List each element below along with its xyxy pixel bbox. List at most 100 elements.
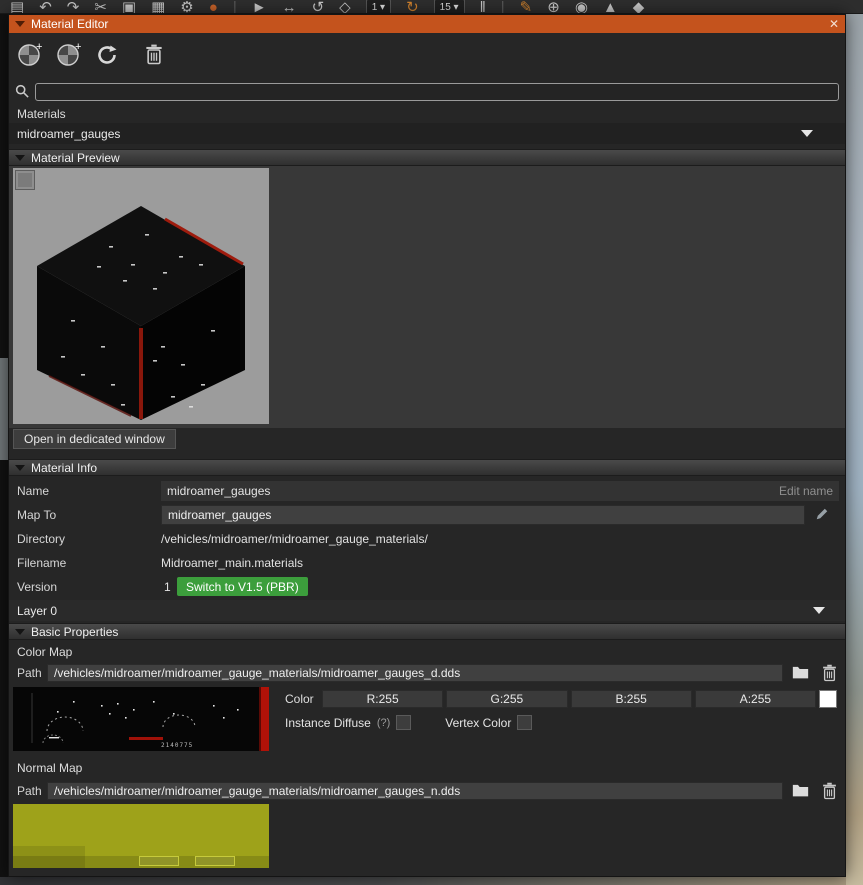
open-dedicated-window-button[interactable]: Open in dedicated window	[13, 429, 176, 449]
separator: |	[232, 0, 237, 14]
layer-dropdown-value: Layer 0	[17, 603, 58, 618]
info-label: Name	[17, 484, 50, 498]
create-material-from-template-button[interactable]: +	[56, 41, 83, 71]
material-preview-panel	[9, 166, 845, 428]
forest-icon[interactable]: ◉	[575, 0, 588, 13]
color-r-field[interactable]: R:255	[322, 689, 444, 708]
normal-map-path-value: /vehicles/midroamer/midroamer_gauge_mate…	[54, 784, 461, 798]
map-to-value: midroamer_gauges	[168, 508, 272, 522]
help-hint: (?)	[376, 716, 391, 729]
folder-icon[interactable]	[792, 665, 809, 682]
section-basic-properties[interactable]: Basic Properties	[9, 623, 845, 640]
sphere-plus-icon: +	[17, 41, 44, 71]
switch-version-button[interactable]: Switch to V1.5 (PBR)	[177, 577, 308, 596]
normal-map-path-input[interactable]: /vehicles/midroamer/midroamer_gauge_mate…	[47, 782, 783, 800]
trash-icon[interactable]	[822, 782, 837, 803]
decal-icon[interactable]: ◆	[633, 0, 645, 13]
snap-size-dropdown[interactable]: 1 ▾	[365, 0, 392, 13]
info-label: Map To	[17, 508, 57, 522]
angle-snap-dropdown[interactable]: 15 ▾	[433, 0, 465, 13]
normal-map-texture-preview[interactable]	[13, 804, 269, 868]
reload-icon[interactable]: ↻	[406, 0, 419, 13]
delete-material-button[interactable]	[145, 43, 163, 69]
layer-dropdown[interactable]: Layer 0	[9, 600, 845, 621]
save-icon[interactable]: ▤	[10, 0, 24, 13]
color-map-path-value: /vehicles/midroamer/midroamer_gauge_mate…	[54, 666, 461, 680]
translate-icon[interactable]: ↔	[282, 0, 297, 13]
material-editor-window: Material Editor ✕ + + Materials midroame…	[8, 14, 846, 877]
cut-icon[interactable]: ✂	[94, 0, 107, 13]
materials-dropdown-value: midroamer_gauges	[17, 126, 121, 141]
normal-texture-detail	[139, 856, 179, 866]
section-title: Material Preview	[31, 150, 120, 165]
paste-icon[interactable]: ▦	[151, 0, 165, 13]
color-map-texture-preview[interactable]: 2140775	[13, 687, 269, 751]
sphere-plus-icon: +	[56, 41, 83, 71]
info-row-directory: Directory /vehicles/midroamer/midroamer_…	[9, 527, 845, 551]
edit-name-button[interactable]: Edit name	[779, 484, 833, 498]
pause-icon[interactable]: ‖	[480, 0, 486, 13]
collapse-triangle-icon	[15, 154, 25, 161]
info-row-name: Name midroamer_gauges Edit name	[9, 479, 845, 503]
color-g-field[interactable]: G:255	[446, 689, 568, 708]
color-a-field[interactable]: A:255	[694, 689, 816, 708]
vertex-color-checkbox[interactable]	[517, 715, 533, 730]
create-material-button[interactable]: +	[17, 41, 44, 71]
color-map-path-input[interactable]: /vehicles/midroamer/midroamer_gauge_mate…	[47, 664, 783, 682]
game-viewport-bottom-sliver	[0, 877, 846, 885]
scale-icon[interactable]: ◇	[339, 0, 351, 13]
rotate-icon[interactable]: ↺	[312, 0, 325, 13]
info-label: Version	[17, 580, 58, 594]
map-to-input[interactable]: midroamer_gauges	[161, 505, 805, 525]
editor-main-toolbar: ▤ ↶ ↷ ✂ ▣ ▦ ⚙ ● | ► ↔ ↺ ◇ 1 ▾ ↻ 15 ▾ ‖ | ✎ ⊕ ◉ ▲ ◆	[0, 0, 863, 14]
material-preview-viewport[interactable]	[13, 168, 269, 424]
color-map-label: Color Map	[17, 645, 73, 659]
draw-pencil-icon[interactable]: ✎	[520, 0, 533, 13]
color-label: Color	[285, 691, 314, 706]
window-titlebar: Material Editor ✕	[9, 15, 845, 33]
refresh-materials-button[interactable]	[95, 43, 119, 70]
edit-pencil-icon[interactable]	[815, 507, 829, 524]
info-row-mapto: Map To midroamer_gauges	[9, 503, 845, 527]
color-map-controls: Color R:255 G:255 B:255 A:255 Instance D…	[285, 689, 837, 735]
preview-background-toggle[interactable]	[15, 170, 35, 190]
select-icon[interactable]: ►	[252, 0, 267, 13]
info-row-version: Version 1 Switch to V1.5 (PBR)	[9, 575, 845, 599]
separator: |	[500, 0, 505, 14]
normal-map-label: Normal Map	[17, 761, 83, 775]
flags-row: Instance Diffuse (?) Vertex Color	[285, 713, 837, 732]
instance-diffuse-checkbox[interactable]	[396, 715, 412, 730]
undo-icon[interactable]: ↶	[39, 0, 52, 13]
close-icon[interactable]: ✕	[829, 17, 839, 31]
trash-icon[interactable]	[822, 664, 837, 685]
name-value-strip: midroamer_gauges Edit name	[161, 481, 839, 501]
directory-value: /vehicles/midroamer/midroamer_gauge_mate…	[161, 532, 428, 546]
materials-label: Materials	[17, 107, 66, 121]
add-icon[interactable]: ⊕	[547, 0, 560, 13]
svg-text:+: +	[36, 41, 42, 53]
section-title: Material Info	[31, 460, 98, 475]
chevron-down-icon	[801, 130, 813, 137]
game-viewport-right-sliver	[846, 0, 863, 885]
collapse-triangle-icon	[15, 464, 25, 471]
color-map-path-row: Path /vehicles/midroamer/midroamer_gauge…	[9, 663, 845, 683]
section-material-preview[interactable]: Material Preview	[9, 149, 845, 166]
material-name-value: midroamer_gauges	[167, 484, 271, 498]
search-input[interactable]	[35, 83, 839, 101]
section-material-info[interactable]: Material Info	[9, 459, 845, 476]
settings-gear-icon[interactable]: ⚙	[180, 0, 193, 13]
collapse-triangle-icon[interactable]	[15, 21, 25, 27]
terrain-icon[interactable]: ▲	[603, 0, 618, 13]
collapse-triangle-icon	[15, 628, 25, 635]
vertex-color-label: Vertex Color	[445, 715, 512, 730]
color-b-field[interactable]: B:255	[570, 689, 692, 708]
color-row: Color R:255 G:255 B:255 A:255	[285, 689, 837, 708]
redo-icon[interactable]: ↷	[67, 0, 80, 13]
folder-icon[interactable]	[792, 783, 809, 800]
copy-icon[interactable]: ▣	[122, 0, 136, 13]
search-icon	[15, 84, 29, 101]
materials-dropdown[interactable]: midroamer_gauges	[9, 123, 845, 144]
trash-icon	[145, 43, 163, 69]
color-swatch[interactable]	[819, 689, 837, 708]
vehicle-icon[interactable]: ●	[209, 0, 218, 13]
